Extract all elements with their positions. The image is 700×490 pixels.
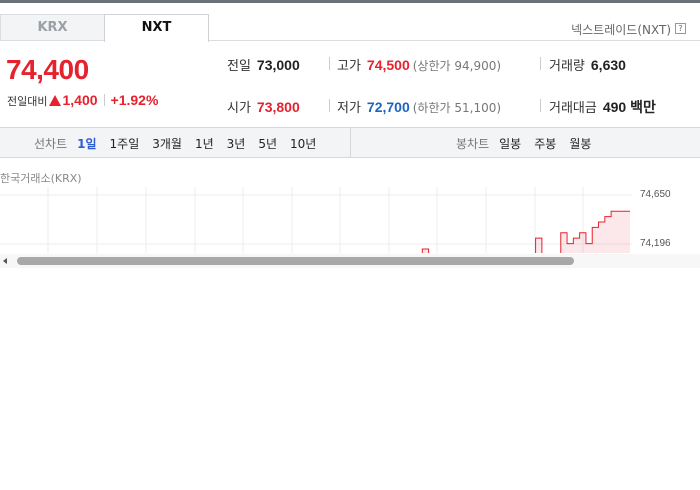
stat-open: 시가 73,800 [227,97,300,116]
candle-weekly[interactable]: 주봉 [534,137,556,151]
price-chart-svg [0,187,632,253]
help-icon[interactable]: ? [675,23,686,34]
candle-daily[interactable]: 일봉 [499,137,521,151]
divider [540,57,541,70]
series-area [416,211,630,253]
horizontal-scrollbar[interactable] [0,254,700,268]
stat-value: 490 백만 [602,99,656,115]
line-chart-options: 선차트 1일 1주일 3개월 1년 3년 5년 10년 [34,135,329,152]
period-1y[interactable]: 1년 [195,137,214,151]
divider [329,57,330,70]
period-3m[interactable]: 3개월 [152,137,182,151]
line-chart-title: 선차트 [34,137,68,151]
stat-value: 73,000 [256,57,300,73]
stat-value: 74,500 [366,57,410,73]
change-amount: 1,400 [62,92,98,108]
stat-value: 72,700 [366,99,410,115]
tab-underline [209,40,700,41]
stat-label: 거래량 [549,59,585,74]
upper-limit: (상한가 94,900) [412,59,502,73]
stat-low: 저가 72,700 (하한가 51,100) [337,97,501,116]
divider [540,99,541,112]
change-percent: +1.92% [110,92,159,108]
tab-krx[interactable]: KRX [0,14,105,41]
candle-chart-title: 봉차트 [456,137,490,151]
stat-high: 고가 74,500 (상한가 94,900) [337,55,501,74]
price-change: 전일대비 1,400 +1.92% [7,92,158,109]
stat-label: 고가 [337,59,361,74]
period-5y[interactable]: 5년 [258,137,277,151]
change-label: 전일대비 [7,95,48,108]
period-1w[interactable]: 1주일 [110,137,140,151]
stat-label: 전일 [227,59,251,74]
stat-value: 73,800 [256,99,300,115]
period-3y[interactable]: 3년 [227,137,246,151]
period-1d[interactable]: 1일 [77,137,96,151]
candle-chart-options: 봉차트 일봉 주봉 월봉 [456,135,604,152]
stat-prev-close: 전일 73,000 [227,55,300,74]
lower-limit: (하한가 51,100) [412,101,502,115]
exchange-label: 넥스트레이드(NXT) [571,23,671,37]
divider [329,99,330,112]
candle-monthly[interactable]: 월봉 [569,137,591,151]
tab-nxt[interactable]: NXT [104,14,209,42]
stat-value: 6,630 [590,57,626,73]
current-price: 74,400 [6,54,89,85]
period-10y[interactable]: 10년 [290,137,316,151]
scroll-thumb[interactable] [17,257,574,265]
y-tick-label: 74,196 [640,238,671,249]
price-chart: 74,650 74,196 [0,187,700,253]
stat-label: 저가 [337,101,361,116]
stat-label: 시가 [227,101,251,116]
chart-source: 한국거래소(KRX) [0,172,82,185]
scroll-left-arrow-icon[interactable] [3,258,7,264]
top-border [0,0,700,3]
divider [350,128,351,157]
stat-volume: 거래량 6,630 [549,55,626,74]
divider [103,94,105,106]
stat-label: 거래대금 [549,101,597,116]
stat-amount: 거래대금 490 백만 [549,97,656,117]
y-tick-label: 74,650 [640,189,671,200]
up-triangle-icon [49,95,62,106]
chart-toolbar: 선차트 1일 1주일 3개월 1년 3년 5년 10년 봉차트 일봉 주봉 월봉 [0,127,700,158]
